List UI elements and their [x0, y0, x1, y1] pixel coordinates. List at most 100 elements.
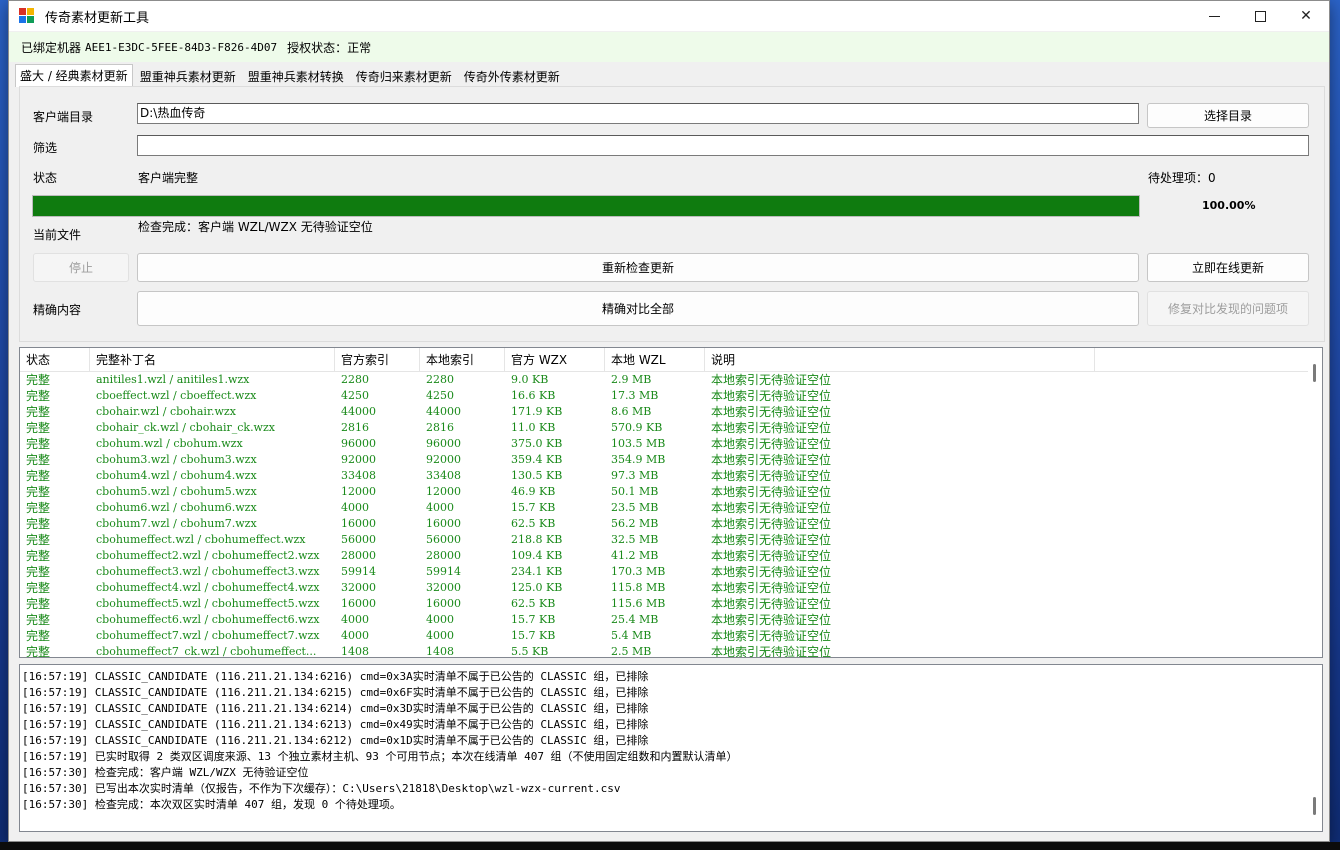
tab-waizhuan[interactable]: 传奇外传素材更新 — [459, 66, 565, 87]
cell-local-index: 92000 — [426, 453, 461, 466]
table-row[interactable]: 完整 cbohair_ck.wzl / cbohair_ck.wzx 2816 281… — [20, 420, 1310, 436]
cell-official-wzx: 130.5 KB — [511, 469, 563, 482]
cell-local-index: 12000 — [426, 485, 461, 498]
fix-issues-button[interactable]: 修复对比发现的问题项 — [1147, 291, 1309, 326]
log-scroll-thumb[interactable] — [1313, 797, 1316, 815]
online-update-button[interactable]: 立即在线更新 — [1147, 253, 1309, 282]
filter-input[interactable] — [137, 135, 1309, 156]
table-row[interactable]: 完整 cbohumeffect5.wzl / cbohumeffect5.wzx 1… — [20, 596, 1310, 612]
cell-name: cbohumeffect2.wzl / cbohumeffect2.wzx — [96, 549, 320, 562]
table-scrollbar[interactable] — [1308, 348, 1322, 657]
cell-status: 完整 — [26, 437, 51, 451]
tab-guilai[interactable]: 传奇归来素材更新 — [351, 66, 457, 87]
table-row[interactable]: 完整 cbohum5.wzl / cbohum5.wzx 12000 12000 46.… — [20, 484, 1310, 500]
cell-official-wzx: 15.7 KB — [511, 501, 556, 514]
table-row[interactable]: 完整 cbohumeffect6.wzl / cbohumeffect6.wzx 4… — [20, 612, 1310, 628]
cell-name: cbohumeffect7.wzl / cbohumeffect7.wzx — [96, 629, 320, 642]
cell-note: 本地索引无待验证空位 — [711, 421, 832, 435]
cell-official-wzx: 125.0 KB — [511, 581, 563, 594]
cell-local-wzl: 25.4 MB — [611, 613, 659, 626]
cell-local-index: 56000 — [426, 533, 461, 546]
column-header-local-wzl[interactable]: 本地 WZL — [605, 348, 705, 372]
table-row[interactable]: 完整 cbohum3.wzl / cbohum3.wzx 92000 92000 359… — [20, 452, 1310, 468]
column-header-note[interactable]: 说明 — [705, 348, 1095, 372]
cell-official-wzx: 171.9 KB — [511, 405, 563, 418]
cell-local-index: 33408 — [426, 469, 461, 482]
stop-button[interactable]: 停止 — [33, 253, 129, 282]
cell-status: 完整 — [26, 517, 51, 531]
table-row[interactable]: 完整 anitiles1.wzl / anitiles1.wzx 2280 2280 9… — [20, 372, 1310, 388]
table-row[interactable]: 完整 cbohumeffect2.wzl / cbohumeffect2.wzx 2… — [20, 548, 1310, 564]
cell-name: cbohum7.wzl / cbohum7.wzx — [96, 517, 257, 530]
app-icon — [19, 8, 35, 24]
cell-note: 本地索引无待验证空位 — [711, 389, 832, 403]
table-row[interactable]: 完整 cboeffect.wzl / cboeffect.wzx 4250 4250 1… — [20, 388, 1310, 404]
cell-official-wzx: 359.4 KB — [511, 453, 563, 466]
column-header-official-index[interactable]: 官方索引 — [335, 348, 420, 372]
column-header-status[interactable]: 状态 — [20, 348, 90, 372]
cell-official-index: 96000 — [341, 437, 376, 450]
close-button[interactable]: ✕ — [1283, 1, 1329, 31]
exact-compare-button[interactable]: 精确对比全部 — [137, 291, 1139, 326]
cell-note: 本地索引无待验证空位 — [711, 581, 832, 595]
table-row[interactable]: 完整 cbohum7.wzl / cbohum7.wzx 16000 16000 62.… — [20, 516, 1310, 532]
choose-dir-button[interactable]: 选择目录 — [1147, 103, 1309, 128]
cell-official-index: 12000 — [341, 485, 376, 498]
cell-note: 本地索引无待验证空位 — [711, 517, 832, 531]
tab-shenbing-convert[interactable]: 盟重神兵素材转换 — [243, 66, 349, 87]
table-row[interactable]: 完整 cbohumeffect.wzl / cbohumeffect.wzx 560… — [20, 532, 1310, 548]
column-header-official-wzx[interactable]: 官方 WZX — [505, 348, 605, 372]
cell-local-index: 4000 — [426, 613, 454, 626]
minimize-icon — [1208, 15, 1220, 17]
status-label: 状态 — [33, 171, 58, 185]
table-row[interactable]: 完整 cbohumeffect4.wzl / cbohumeffect4.wzx 3… — [20, 580, 1310, 596]
cell-official-index: 92000 — [341, 453, 376, 466]
cell-name: cbohair_ck.wzl / cbohair_ck.wzx — [96, 421, 275, 434]
table-row[interactable]: 完整 cbohum6.wzl / cbohum6.wzx 4000 4000 15.7 … — [20, 500, 1310, 516]
cell-local-wzl: 23.5 MB — [611, 501, 659, 514]
cell-official-index: 4250 — [341, 389, 369, 402]
minimize-button[interactable] — [1191, 1, 1237, 31]
log-line: [16:57:19] CLASSIC_CANDIDATE (116.211.21… — [22, 718, 649, 731]
client-dir-input[interactable]: D:\热血传奇 — [137, 103, 1139, 124]
pending-count: 待处理项：0 — [1148, 171, 1216, 185]
cell-local-index: 32000 — [426, 581, 461, 594]
log-scrollbar[interactable] — [1308, 665, 1322, 831]
column-header-name[interactable]: 完整补丁名 — [90, 348, 335, 372]
tab-shenbing-update[interactable]: 盟重神兵素材更新 — [135, 66, 241, 87]
cell-local-wzl: 354.9 MB — [611, 453, 666, 466]
column-header-local-index[interactable]: 本地索引 — [420, 348, 505, 372]
table-row[interactable]: 完整 cbohumeffect7.wzl / cbohumeffect7.wzx 4… — [20, 628, 1310, 644]
table-scroll-thumb[interactable] — [1313, 364, 1316, 382]
table-row[interactable]: 完整 cbohum.wzl / cbohum.wzx 96000 96000 375.0… — [20, 436, 1310, 452]
cell-official-wzx: 218.8 KB — [511, 533, 563, 546]
cell-name: cbohumeffect6.wzl / cbohumeffect6.wzx — [96, 613, 320, 626]
settings-panel: 客户端目录 D:\热血传奇 选择目录 筛选 状态 客户端完整 待处理项：0 10… — [19, 86, 1325, 342]
log-output[interactable]: [16:57:19] CLASSIC_CANDIDATE (116.211.21… — [19, 664, 1323, 832]
cell-name: cbohair.wzl / cbohair.wzx — [96, 405, 236, 418]
cell-local-wzl: 5.4 MB — [611, 629, 652, 642]
cell-official-index: 1408 — [341, 645, 369, 658]
cell-local-index: 59914 — [426, 565, 461, 578]
cell-note: 本地索引无待验证空位 — [711, 613, 832, 627]
cell-official-wzx: 16.6 KB — [511, 389, 556, 402]
cell-status: 完整 — [26, 469, 51, 483]
cell-official-wzx: 62.5 KB — [511, 597, 556, 610]
table-row[interactable]: 完整 cbohair.wzl / cbohair.wzx 44000 44000 171… — [20, 404, 1310, 420]
cell-local-wzl: 2.5 MB — [611, 645, 652, 658]
cell-note: 本地索引无待验证空位 — [711, 549, 832, 563]
tab-classic[interactable]: 盛大 / 经典素材更新 — [15, 64, 133, 87]
table-row[interactable]: 完整 cbohum4.wzl / cbohum4.wzx 33408 33408 130… — [20, 468, 1310, 484]
cell-local-wzl: 170.3 MB — [611, 565, 666, 578]
cell-name: cbohumeffect5.wzl / cbohumeffect5.wzx — [96, 597, 320, 610]
table-row[interactable]: 完整 cbohumeffect7_ck.wzl / cbohumeffect...… — [20, 644, 1310, 658]
patch-table[interactable]: 状态 完整补丁名 官方索引 本地索引 官方 WZX 本地 WZL 说明 完整 an… — [19, 347, 1323, 658]
maximize-button[interactable] — [1237, 1, 1283, 31]
recheck-button[interactable]: 重新检查更新 — [137, 253, 1139, 282]
cell-local-wzl: 103.5 MB — [611, 437, 666, 450]
cell-status: 完整 — [26, 501, 51, 515]
cell-official-index: 4000 — [341, 629, 369, 642]
title-bar[interactable]: 传奇素材更新工具 ✕ — [9, 1, 1329, 31]
cell-official-index: 4000 — [341, 613, 369, 626]
table-row[interactable]: 完整 cbohumeffect3.wzl / cbohumeffect3.wzx 5… — [20, 564, 1310, 580]
